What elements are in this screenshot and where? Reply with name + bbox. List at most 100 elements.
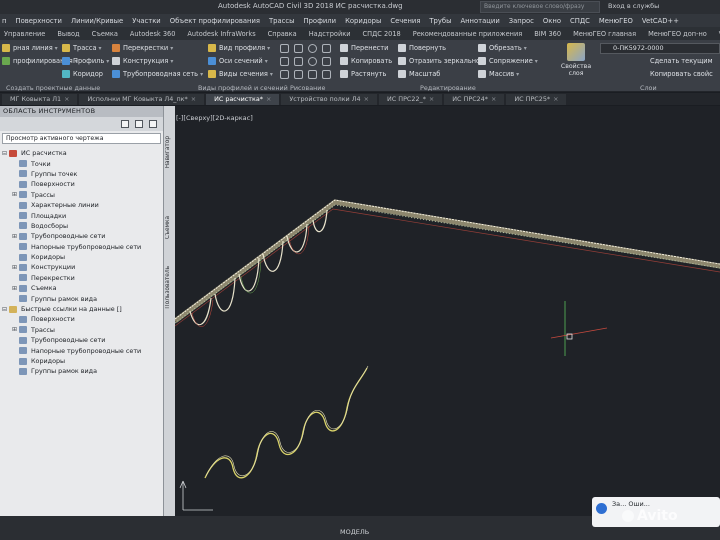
menu-item[interactable]: Линии/Кривые: [71, 17, 123, 25]
section-views-button[interactable]: Виды сечения ▾: [208, 69, 273, 79]
boundary-tool-icon[interactable]: [322, 70, 331, 79]
side-tab-navigator[interactable]: Навигатор: [165, 136, 175, 168]
tree-node[interactable]: Характерные линии: [0, 200, 163, 210]
tree-node[interactable]: ⊟ Быстрые ссылки на данные []: [0, 304, 163, 314]
document-tab[interactable]: ИС расчистка* ×: [206, 94, 280, 105]
ribbon-tab[interactable]: Управление: [2, 29, 47, 39]
panel-title-create[interactable]: Создать проектные данные: [6, 84, 100, 92]
panel-title-views[interactable]: Виды профилей и сечений: [198, 84, 288, 92]
tree-node[interactable]: Точки: [0, 158, 163, 168]
tree-node[interactable]: Водосборы: [0, 221, 163, 231]
sign-in-link[interactable]: Вход в службы: [608, 2, 659, 10]
layer-dropdown[interactable]: 0-ПК5972-0000: [600, 43, 720, 54]
menu-item[interactable]: СПДС: [570, 17, 590, 25]
stretch-button[interactable]: Растянуть: [340, 69, 392, 79]
tree-node[interactable]: Поверхности: [0, 314, 163, 324]
close-icon[interactable]: ×: [429, 95, 434, 103]
expand-toggle-icon[interactable]: ⊞: [12, 326, 19, 333]
rotate-button[interactable]: Повернуть: [398, 43, 480, 53]
ribbon-tab[interactable]: МенюГЕО главная: [571, 29, 638, 39]
ellipse-tool-icon[interactable]: [308, 57, 317, 66]
ribbon-tab[interactable]: Autodesk InfraWorks: [185, 29, 257, 39]
ribbon-tab[interactable]: МенюГЕО доп-но: [646, 29, 709, 39]
document-tab[interactable]: Исполнки МГ Ковыкта Л4_пк* ×: [79, 94, 205, 105]
document-tab[interactable]: ИС ПРС25* ×: [506, 94, 567, 105]
menu-item[interactable]: Запрос: [509, 17, 534, 25]
tree-node[interactable]: ⊟ ИС расчистка: [0, 148, 163, 158]
circle-tool-icon[interactable]: [308, 44, 317, 53]
viewport-controls[interactable]: [-][Сверху][2D-каркас]: [176, 114, 253, 122]
document-tab[interactable]: Устройство полки Л4 ×: [281, 94, 377, 105]
tree-node[interactable]: Перекрестки: [0, 273, 163, 283]
close-icon[interactable]: ×: [191, 95, 196, 103]
ribbon-tab[interactable]: Autodesk 360: [128, 29, 178, 39]
tree-node[interactable]: Группы рамок вида: [0, 293, 163, 303]
copy-button[interactable]: Копировать: [340, 56, 392, 66]
menu-item[interactable]: Окно: [543, 17, 561, 25]
layer-properties-button[interactable]: Свойства слоя: [560, 43, 592, 89]
scale-button[interactable]: Масштаб: [398, 69, 480, 79]
tree-node[interactable]: Группы точек: [0, 169, 163, 179]
spline-tool-icon[interactable]: [322, 57, 331, 66]
expand-toggle-icon[interactable]: ⊟: [2, 306, 9, 313]
ribbon-tab[interactable]: Вывод: [55, 29, 81, 39]
menu-item[interactable]: Сечения: [390, 17, 420, 25]
toolspace-view-dropdown[interactable]: Просмотр активного чертежа: [2, 133, 161, 144]
assembly-button[interactable]: Конструкция ▾: [112, 56, 203, 66]
pipe-network-button[interactable]: Трубопроводная сеть ▾: [112, 69, 203, 79]
move-button[interactable]: Перенести: [340, 43, 392, 53]
tree-node[interactable]: ⊞ Трассы: [0, 190, 163, 200]
tree-node[interactable]: Поверхности: [0, 179, 163, 189]
expand-toggle-icon[interactable]: ⊞: [12, 285, 19, 292]
expand-toggle-icon[interactable]: ⊞: [12, 191, 19, 198]
toolspace-help-icon[interactable]: [149, 120, 157, 128]
menu-item[interactable]: Аннотации: [460, 17, 499, 25]
corridor-button[interactable]: Коридор: [62, 69, 109, 79]
menu-item[interactable]: Трассы: [269, 17, 294, 25]
alignment-button[interactable]: Трасса ▾: [62, 43, 109, 53]
tree-node[interactable]: Напорные трубопроводные сети: [0, 345, 163, 355]
profile-button[interactable]: Профиль ▾: [62, 56, 109, 66]
menu-item[interactable]: Объект профилирования: [170, 17, 260, 25]
tree-node[interactable]: ⊞ Трассы: [0, 325, 163, 335]
side-tab-user[interactable]: Пользователь: [165, 266, 175, 309]
line-tool-icon[interactable]: [280, 44, 289, 53]
tree-node[interactable]: Коридоры: [0, 356, 163, 366]
menu-item[interactable]: Поверхности: [15, 17, 62, 25]
menu-item[interactable]: VetCAD++: [642, 17, 679, 25]
panel-title-layers[interactable]: Слои: [640, 84, 657, 92]
make-current-button[interactable]: Сделать текущим: [650, 56, 713, 66]
toolspace-settings-icon[interactable]: [121, 120, 129, 128]
expand-toggle-icon[interactable]: ⊞: [12, 233, 19, 240]
array-button[interactable]: Массив ▾: [478, 69, 538, 79]
rectangle-tool-icon[interactable]: [280, 57, 289, 66]
ribbon-tab[interactable]: Рекомендованные приложения: [411, 29, 524, 39]
close-icon[interactable]: ×: [491, 95, 496, 103]
match-layer-button[interactable]: Копировать свойс: [650, 69, 713, 79]
toolspace-refresh-icon[interactable]: [135, 120, 143, 128]
close-icon[interactable]: ×: [364, 95, 369, 103]
expand-toggle-icon[interactable]: ⊟: [2, 150, 9, 157]
menu-item[interactable]: Трубы: [429, 17, 451, 25]
point-tool-icon[interactable]: [280, 70, 289, 79]
panel-title-edit[interactable]: Редактирование: [420, 84, 476, 92]
mirror-button[interactable]: Отразить зеркально: [398, 56, 480, 66]
tree-node[interactable]: Группы рамок вида: [0, 366, 163, 376]
close-icon[interactable]: ×: [553, 95, 558, 103]
arc-tool-icon[interactable]: [322, 44, 331, 53]
tree-node[interactable]: ⊞ Трубопроводные сети: [0, 231, 163, 241]
menu-item[interactable]: МенюГЕО: [599, 17, 633, 25]
ribbon-tab[interactable]: BIM 360: [532, 29, 563, 39]
menu-item[interactable]: Коридоры: [345, 17, 381, 25]
menu-item[interactable]: Профили: [303, 17, 336, 25]
tree-node[interactable]: ⊞ Конструкции: [0, 262, 163, 272]
ribbon-tab[interactable]: Справка: [266, 29, 299, 39]
drawing-canvas[interactable]: [175, 106, 720, 516]
search-input[interactable]: Введите ключевое слово/фразу: [480, 1, 600, 13]
ribbon-tab[interactable]: Надстройки: [307, 29, 353, 39]
hatch-tool-icon[interactable]: [294, 57, 303, 66]
intersections-button[interactable]: Перекрестки ▾: [112, 43, 203, 53]
polyline-tool-icon[interactable]: [294, 44, 303, 53]
tree-node[interactable]: Напорные трубопроводные сети: [0, 242, 163, 252]
model-tab[interactable]: МОДЕЛЬ: [340, 528, 369, 536]
